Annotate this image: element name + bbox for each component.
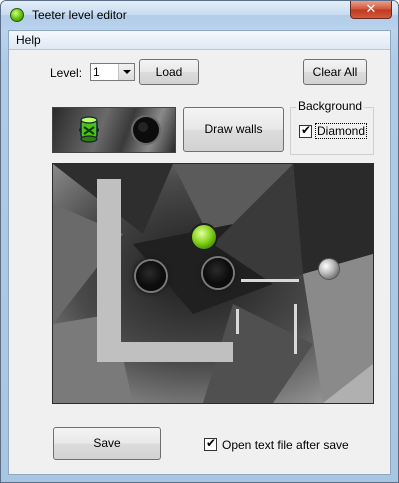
l-wall-vertical[interactable] [97, 179, 121, 362]
save-button[interactable]: Save [53, 427, 161, 460]
thin-wall-right[interactable] [294, 304, 297, 354]
hole-icon[interactable] [131, 115, 161, 145]
level-label: Level: [50, 66, 83, 80]
menu-bar: Help [9, 31, 390, 50]
level-select[interactable]: 1 [90, 63, 135, 81]
background-group-title: Background [296, 99, 365, 113]
piece-palette [52, 107, 176, 153]
open-text-checkbox[interactable] [204, 436, 217, 451]
title-bar[interactable]: Teeter level editor ✕ [1, 1, 398, 29]
menu-help[interactable]: Help [16, 33, 41, 47]
level-value: 1 [93, 65, 100, 79]
thin-wall-top[interactable] [241, 279, 299, 282]
level-board[interactable] [52, 163, 374, 404]
green-goal-ball[interactable] [190, 223, 218, 251]
goal-hole-icon[interactable] [79, 116, 99, 143]
hole[interactable] [136, 261, 166, 291]
window-title: Teeter level editor [32, 8, 127, 22]
palette-canvas [79, 115, 161, 145]
hole[interactable] [203, 258, 233, 288]
steel-ball[interactable] [318, 258, 340, 280]
background-group: Background Diamond [290, 99, 374, 155]
app-ball-icon [10, 8, 24, 22]
app-window: Teeter level editor ✕ Help Level: 1 Load… [0, 0, 399, 483]
clear-all-button[interactable]: Clear All [303, 59, 367, 85]
draw-walls-button[interactable]: Draw walls [183, 107, 284, 152]
close-icon: ✕ [365, 2, 377, 17]
close-button[interactable]: ✕ [350, 1, 392, 19]
diamond-checkbox[interactable] [299, 123, 312, 138]
thin-wall-left[interactable] [236, 309, 239, 334]
diamond-label[interactable]: Diamond [315, 123, 368, 139]
client-area: Help Level: 1 Load Clear All Draw walls … [8, 30, 391, 475]
open-text-label[interactable]: Open text file after save [222, 438, 349, 452]
l-wall-horizontal[interactable] [97, 342, 233, 362]
load-button[interactable]: Load [139, 59, 199, 85]
chevron-down-icon[interactable] [118, 64, 134, 80]
